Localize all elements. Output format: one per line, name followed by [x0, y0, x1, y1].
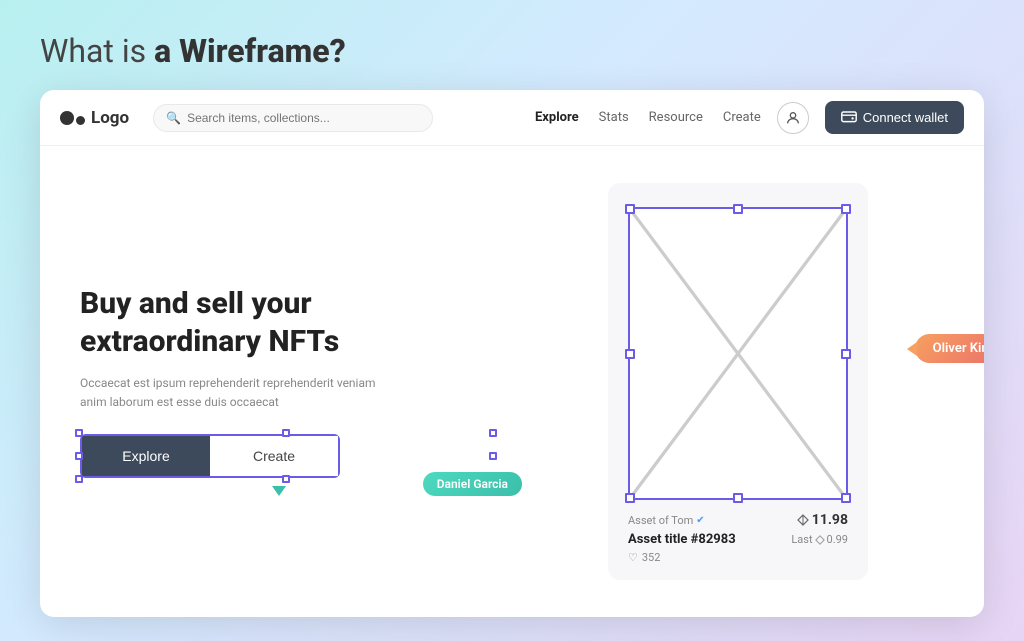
search-icon: 🔍	[166, 111, 181, 125]
nft-handle-mr	[841, 349, 851, 359]
logo-dot-big	[60, 111, 74, 125]
selection-handle-tm	[282, 429, 290, 437]
hero-left: Buy and sell your extraordinary NFTs Occ…	[80, 285, 492, 478]
logo-icon	[60, 111, 85, 125]
connect-wallet-label: Connect wallet	[863, 110, 948, 125]
eth-last-icon	[815, 535, 825, 545]
selection-handle-tl	[75, 429, 83, 437]
nft-likes-row: ♡ 352	[628, 551, 848, 564]
nav-resource[interactable]: Resource	[649, 110, 703, 125]
daniel-garcia-tag: Daniel Garcia	[423, 472, 522, 496]
nav-explore[interactable]: Explore	[535, 110, 579, 125]
nft-owner: Asset of Tom ✔	[628, 514, 705, 527]
nav-create[interactable]: Create	[723, 110, 761, 125]
selection-handle-bl	[75, 475, 83, 483]
heart-icon: ♡	[628, 551, 638, 564]
create-button[interactable]: Create	[210, 436, 338, 476]
explore-button[interactable]: Explore	[82, 436, 210, 476]
navbar: Logo 🔍 Explore Stats Resource Create	[40, 90, 984, 146]
nft-title-row: Asset title #82983 Last 0.99	[628, 532, 848, 547]
nft-handle-bl	[625, 493, 635, 503]
nft-handle-bm	[733, 493, 743, 503]
logo: Logo	[60, 108, 129, 128]
search-input[interactable]	[187, 111, 420, 125]
nft-handle-br	[841, 493, 851, 503]
wallet-icon	[841, 109, 857, 126]
daniel-garcia-pointer	[272, 486, 286, 496]
eth-icon	[797, 514, 809, 526]
hero-buttons-wrapper: Explore Create Daniel Garcia	[80, 434, 492, 478]
selection-handle-mr	[489, 452, 497, 460]
search-wrapper: 🔍	[153, 104, 433, 132]
hero-heading: Buy and sell your extraordinary NFTs	[80, 285, 492, 360]
hero-section: Buy and sell your extraordinary NFTs Occ…	[40, 146, 984, 617]
hero-subtitle: Occaecat est ipsum reprehenderit reprehe…	[80, 374, 380, 412]
browser-window: Logo 🔍 Explore Stats Resource Create	[40, 90, 984, 617]
selection-handle-ml	[75, 452, 83, 460]
nft-owner-row: Asset of Tom ✔ 11.98	[628, 512, 848, 528]
logo-dot-small	[76, 116, 85, 125]
nft-card: Asset of Tom ✔ 11.98 Asset title #8	[608, 183, 868, 580]
verified-icon: ✔	[696, 515, 704, 526]
nft-handle-tm	[733, 204, 743, 214]
hero-buttons: Explore Create	[80, 434, 340, 478]
nav-stats[interactable]: Stats	[599, 110, 629, 125]
oliver-king-pointer	[907, 342, 917, 356]
hero-right: Asset of Tom ✔ 11.98 Asset title #8	[532, 183, 944, 580]
nft-handle-tl	[625, 204, 635, 214]
nft-image-placeholder	[628, 207, 848, 500]
page-title: What is a Wireframe?	[40, 32, 984, 70]
selection-handle-tr	[489, 429, 497, 437]
nft-last-price: Last 0.99	[791, 533, 848, 546]
nft-title: Asset title #82983	[628, 532, 736, 547]
nft-price: 11.98	[797, 512, 848, 528]
user-icon-button[interactable]	[777, 102, 809, 134]
nft-handle-ml	[625, 349, 635, 359]
nft-card-footer: Asset of Tom ✔ 11.98 Asset title #8	[628, 512, 848, 564]
oliver-king-tag: Oliver King	[915, 334, 984, 363]
nft-cross-svg	[630, 209, 846, 498]
logo-text: Logo	[91, 108, 129, 128]
nav-links: Explore Stats Resource Create	[535, 110, 761, 125]
nft-handle-tr	[841, 204, 851, 214]
selection-handle-bm	[282, 475, 290, 483]
connect-wallet-button[interactable]: Connect wallet	[825, 101, 964, 134]
